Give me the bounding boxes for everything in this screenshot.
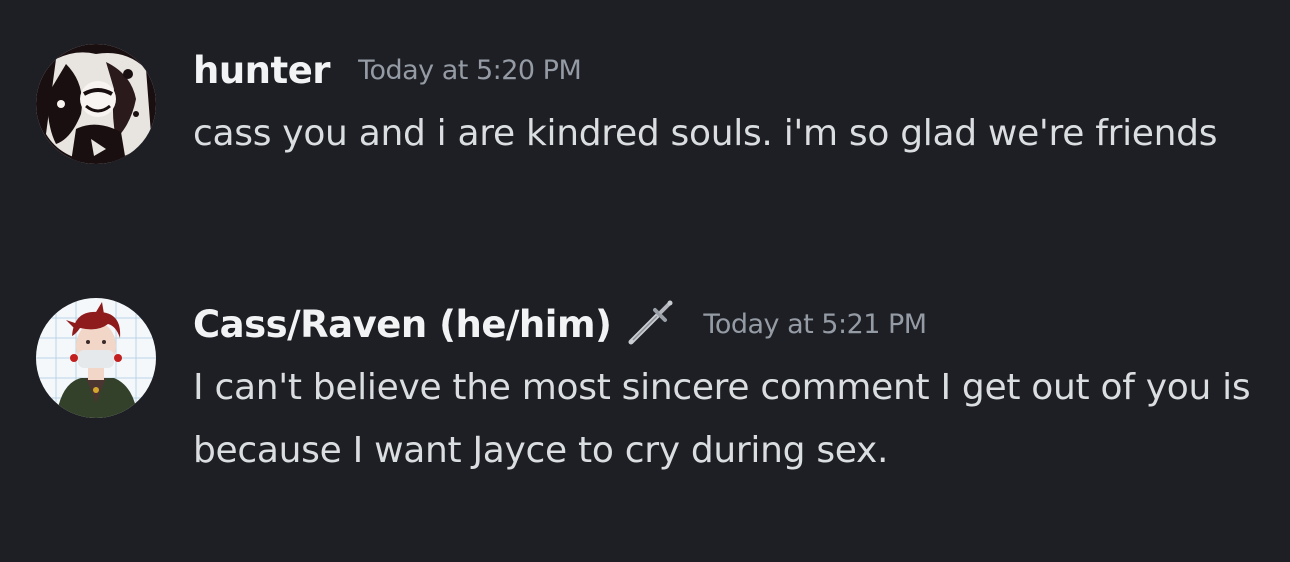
message-header: hunter Today at 5:20 PM xyxy=(193,44,1273,96)
message-text: I can't believe the most sincere comment… xyxy=(193,367,1251,471)
username[interactable]: Cass/Raven (he/him) xyxy=(193,303,612,346)
timestamp[interactable]: Today at 5:20 PM xyxy=(358,55,582,86)
message-text: cass you and i are kindred souls. i'm so… xyxy=(193,113,1218,154)
avatar-image xyxy=(36,298,156,418)
message-content: hunter Today at 5:20 PM cass you and i a… xyxy=(193,44,1273,165)
message-content: Cass/Raven (he/him) Today at 5:21 PM I c… xyxy=(193,298,1273,482)
dagger-icon[interactable] xyxy=(623,298,675,350)
timestamp[interactable]: Today at 5:21 PM xyxy=(703,309,927,340)
user-avatar-cass[interactable] xyxy=(36,298,156,418)
chat-messages: hunter Today at 5:20 PM cass you and i a… xyxy=(0,0,1290,562)
username[interactable]: hunter xyxy=(193,49,331,92)
avatar-image xyxy=(36,44,156,164)
user-avatar-hunter[interactable] xyxy=(36,44,156,164)
message-header: Cass/Raven (he/him) Today at 5:21 PM xyxy=(193,298,1273,350)
